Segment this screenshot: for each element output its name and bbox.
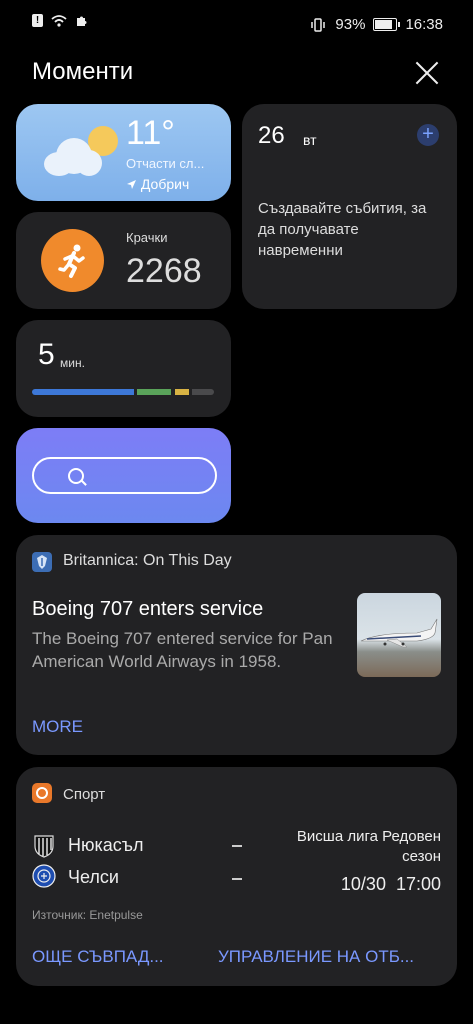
home-score [232,845,242,847]
screen-time-value: 5 [38,338,55,371]
calendar-weekday: вт [303,132,317,148]
screen-time-segment [192,389,214,395]
screen-time-unit: мин. [60,356,85,370]
battery-fill [375,20,393,29]
weather-description: Отчасти сл... [126,156,205,171]
manage-teams-link[interactable]: УПРАВЛЕНИЕ НА ОТБ... [218,947,414,967]
britannica-card[interactable]: Britannica: On This Day Boeing 707 enter… [16,535,457,755]
battery-icon [373,18,401,31]
steps-count: 2268 [126,252,202,290]
calendar-day: 26 [258,122,285,149]
weather-temperature: 11° [126,114,175,152]
sport-logo-icon [32,783,52,803]
sport-source: Източник: Enetpulse [32,908,143,922]
runner-icon [58,244,85,278]
screen-time-segment [174,389,190,395]
boeing-707-image [357,593,441,677]
britannica-source: Britannica: On This Day [63,552,232,569]
wifi-icon [51,14,67,27]
newcastle-crest-icon [32,832,56,858]
search-card[interactable] [16,428,231,523]
add-event-button[interactable]: + [417,124,439,146]
calendar-message: Създавайте събития, за да получавате нав… [258,200,427,259]
away-score [232,878,242,880]
clock: 16:38 [405,16,443,33]
steps-label: Крачки [126,230,168,245]
screen-time-segment [32,389,134,395]
match-datetime: 10/30 17:00 [340,874,441,894]
steps-badge [41,229,104,292]
screen-time-card[interactable]: 5 мин. [16,320,231,417]
sport-card[interactable]: Спорт Нюкасъл Челси Висша лига Редовен с… [16,767,457,986]
britannica-logo-icon [32,552,52,572]
away-team-name: Челси [68,867,119,887]
status-bar-right: 93% 16:38 [309,16,443,33]
close-icon[interactable] [414,60,440,86]
league-name: Висша лига Редовен сезон [296,828,441,865]
sport-title: Спорт [63,786,106,803]
search-input[interactable] [32,457,217,494]
weather-location-label: Добрич [140,176,190,192]
status-bar-left: ! [32,14,87,27]
weather-card[interactable]: 11° Отчасти сл... Добрич [16,104,231,201]
battery-percent: 93% [335,16,366,33]
home-team-name: Нюкасъл [68,835,144,855]
vibrate-icon [311,17,326,32]
location-arrow-icon [127,180,136,189]
britannica-title: Boeing 707 enters service [32,598,264,620]
more-matches-link[interactable]: ОЩЕ СЪВПАД... [32,947,164,967]
alert-icon: ! [32,14,43,27]
search-icon [68,468,84,484]
screen-time-segment [136,389,172,395]
steps-card[interactable]: Крачки 2268 [16,212,231,309]
puzzle-icon [77,16,87,26]
britannica-description: The Boeing 707 entered service for Pan A… [32,629,333,671]
cloud-icon [44,138,102,176]
more-link[interactable]: MORE [32,717,83,737]
calendar-card[interactable]: 26 вт + Създавайте събития, за да получа… [242,104,457,309]
page-title: Моменти [32,58,134,85]
chelsea-crest-icon [32,864,56,888]
weather-location: Добрич [126,176,189,192]
